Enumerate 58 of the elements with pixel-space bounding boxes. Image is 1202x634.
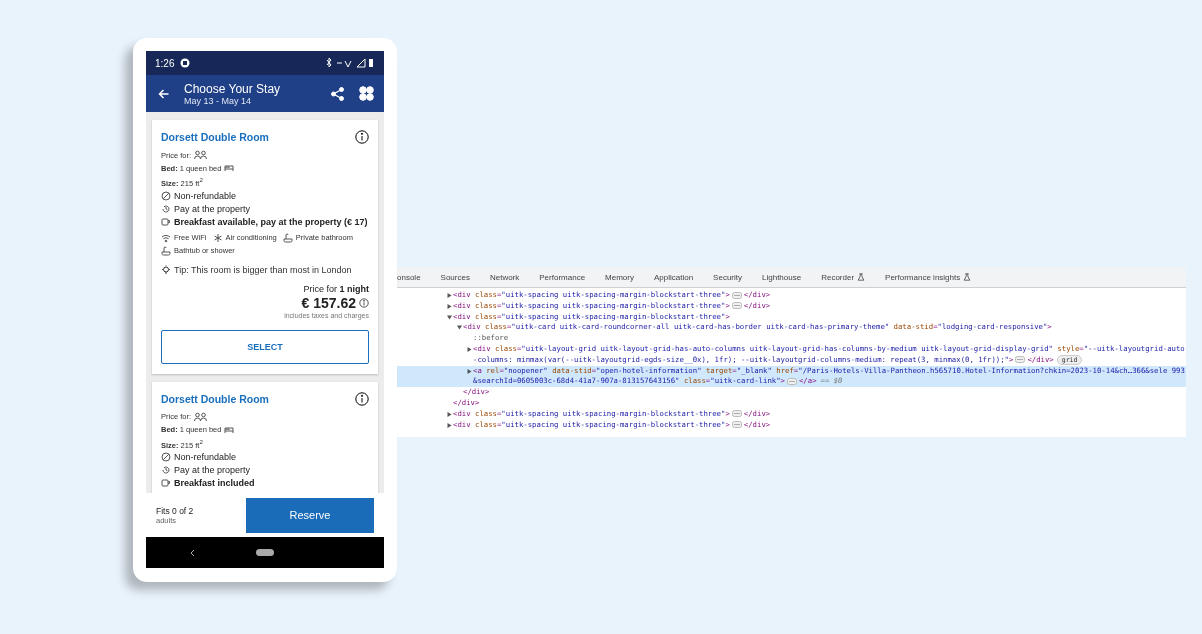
back-arrow-icon — [158, 88, 170, 99]
devtools-tab[interactable]: Security — [703, 267, 752, 287]
room-name[interactable]: Dorsett Double Room — [161, 392, 269, 405]
policy-text: Non-refundable — [174, 452, 237, 462]
tip-text: Tip: This room is bigger than most in London — [174, 264, 352, 275]
expand-triangle-icon[interactable] — [456, 325, 462, 331]
notification-icon — [180, 58, 191, 68]
devtools-tab[interactable]: Memory — [595, 267, 644, 287]
clock-icon — [161, 465, 171, 475]
room-name[interactable]: Dorsett Double Room — [161, 131, 269, 143]
devtools-tab[interactable]: Recorder — [811, 267, 876, 287]
home-pill[interactable] — [256, 549, 274, 556]
expand-triangle-icon[interactable] — [446, 411, 452, 417]
devtools-tab[interactable]: Performance insights — [875, 267, 982, 287]
bed-icon — [224, 424, 235, 435]
bathtub-icon — [282, 232, 293, 243]
expand-triangle-icon[interactable] — [446, 314, 452, 320]
wifi-icon — [161, 232, 171, 243]
policy-text: Pay at the property — [174, 465, 251, 475]
date-range: May 13 - May 14 — [184, 95, 253, 106]
devtools-tab[interactable]: onsole — [397, 267, 431, 287]
snowflake-icon — [212, 232, 223, 243]
people-icon — [194, 150, 207, 160]
status-icons — [325, 58, 375, 68]
status-time: 1:26 — [155, 57, 175, 69]
share-icon — [330, 86, 345, 101]
devtools-tab[interactable]: Sources — [430, 267, 480, 287]
bed-icon — [224, 163, 235, 173]
prohibited-icon — [161, 452, 171, 462]
lightbulb-icon — [161, 264, 171, 275]
clock-icon — [161, 203, 171, 214]
policy-text: Breakfast included — [174, 478, 255, 488]
policy-text: Non-refundable — [174, 190, 237, 201]
devtools-tab[interactable]: Network — [479, 267, 530, 287]
cup-icon — [161, 478, 171, 488]
fits-text: Fits 0 of 2 — [156, 505, 195, 516]
policy-text: Breakfast available, pay at the property (€ 17) — [174, 216, 368, 227]
reserve-button[interactable]: Reserve — [246, 497, 374, 533]
people-icon — [194, 411, 207, 422]
price-label: Price for 1 night — [303, 283, 369, 294]
expand-triangle-icon[interactable] — [466, 368, 472, 374]
info-icon — [359, 297, 369, 308]
devtools-tab[interactable]: Application — [643, 267, 704, 287]
devtools-tab[interactable]: Performance — [529, 267, 596, 287]
price-amount: € 157.62 — [301, 294, 356, 311]
bathtub-icon — [161, 245, 171, 256]
select-button[interactable]: SELECT — [161, 329, 369, 364]
expand-triangle-icon[interactable] — [466, 347, 472, 352]
info-icon — [355, 130, 369, 144]
page-title: Choose Your Stay — [184, 81, 282, 96]
cup-icon — [161, 216, 171, 227]
policy-text: Pay at the property — [174, 203, 251, 214]
prohibited-icon — [161, 190, 171, 201]
info-icon — [355, 391, 369, 406]
expand-triangle-icon[interactable] — [446, 293, 452, 298]
expand-triangle-icon[interactable] — [446, 422, 452, 428]
expand-triangle-icon[interactable] — [446, 303, 452, 309]
devtools-tab[interactable]: Lighthouse — [752, 267, 812, 287]
